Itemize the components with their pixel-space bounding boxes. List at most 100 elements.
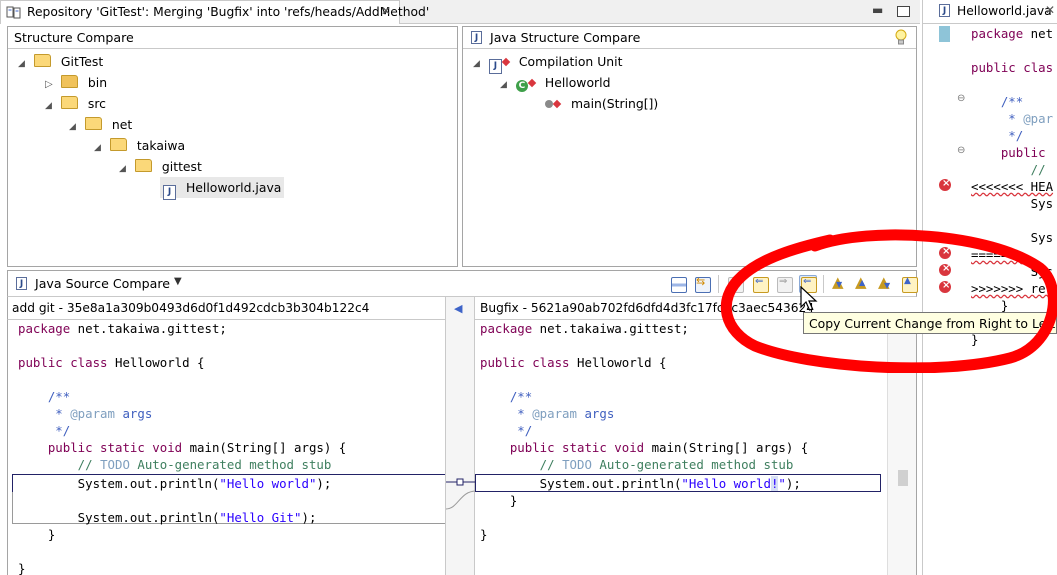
tree-item-label: main(String[])	[570, 96, 659, 111]
tree-item-helloworld-java[interactable]: J Helloworld.java	[160, 177, 285, 200]
diff-center-gutter[interactable]: ◀	[445, 297, 476, 575]
editor-tab-merge[interactable]: Repository 'GitTest': Merging 'Bugfix' i…	[0, 0, 429, 24]
code-line: package net.takaiwa.gittest;	[480, 321, 689, 336]
pane-title: Structure Compare	[14, 30, 134, 45]
tree-item-label: net	[111, 117, 133, 132]
tree-item-gittest-package[interactable]: ◢ gittest	[119, 156, 202, 177]
code-line: */	[480, 423, 533, 438]
code-line: public static void main(String[] args) {	[47, 440, 347, 455]
maximize-icon[interactable]	[897, 6, 910, 17]
fold-icon[interactable]: ⊖	[957, 145, 965, 156]
tree-item-label: takaiwa	[136, 138, 186, 153]
collapsed-twisty-icon[interactable]: ▷	[45, 74, 57, 95]
code-line: }	[18, 527, 56, 542]
code-line: }	[480, 527, 488, 542]
code-line: * @par	[971, 111, 1054, 126]
swap-sides-icon[interactable]: ⇆	[693, 275, 711, 293]
fold-icon[interactable]: ⊖	[957, 93, 965, 104]
code-line: // TODO Auto-generated method stub	[18, 457, 332, 472]
tree-item-src[interactable]: ◢ src	[45, 93, 106, 114]
tree-item-main-method[interactable]: main(String[])	[545, 93, 658, 114]
expanded-twisty-icon[interactable]: ◢	[45, 96, 57, 117]
lightbulb-icon[interactable]	[894, 29, 908, 46]
code-line: System.out.println("Hello world");	[18, 476, 332, 491]
code-line: /**	[971, 94, 1024, 109]
code-line: }	[480, 493, 518, 508]
code-line: System.out.println("Hello world!");	[480, 476, 801, 491]
code-line: public class Helloworld {	[18, 355, 205, 370]
code-line: package net	[971, 26, 1054, 41]
conflict-diamond-icon	[527, 78, 537, 88]
structure-compare-header: Structure Compare	[8, 27, 457, 49]
code-line: * @param args	[480, 406, 615, 421]
compare-editor-icon	[6, 6, 21, 19]
error-icon[interactable]	[939, 178, 951, 191]
expanded-twisty-icon[interactable]: ◢	[473, 54, 485, 75]
expanded-twisty-icon[interactable]: ◢	[18, 54, 30, 75]
folder-icon	[84, 117, 102, 130]
tree-item-label: gittest	[161, 159, 202, 174]
java-file-icon: J	[16, 277, 27, 290]
structure-compare-pane: Structure Compare ◢ GitTest ▷ bin ◢ src …	[7, 26, 458, 267]
code-line: package net.takaiwa.gittest;	[18, 321, 227, 336]
code-line: public static void main(String[] args) {	[509, 440, 809, 455]
folder-icon	[134, 159, 152, 172]
tree-item-compilation-unit[interactable]: ◢ J Compilation Unit	[473, 51, 623, 75]
layout-icon[interactable]	[669, 275, 687, 293]
pane-title: Java Source Compare	[35, 276, 170, 291]
close-icon[interactable]: ✕	[381, 4, 391, 18]
minimize-icon[interactable]: ▬	[872, 3, 883, 17]
code-line: */	[18, 423, 71, 438]
left-code-viewer[interactable]: package net.takaiwa.gittest; public clas…	[7, 320, 445, 575]
folder-icon	[109, 138, 127, 151]
copy-left-arrow-icon[interactable]: ◀	[454, 302, 462, 315]
project-folder-icon	[33, 54, 51, 67]
code-line: System.out.println("Hello Git");	[18, 510, 317, 525]
left-revision-label: add git - 35e8a1a309b0493d6d0f1d492cdcb3…	[12, 301, 370, 315]
ruler-marker	[939, 26, 950, 42]
editor-tab-title: Repository 'GitTest': Merging 'Bugfix' i…	[27, 5, 430, 19]
tree-item-bin[interactable]: ▷ bin	[45, 72, 107, 93]
code-line: //	[971, 162, 1046, 177]
tree-item-label: bin	[87, 75, 108, 90]
java-file-icon: J	[471, 31, 482, 44]
tree-item-label: src	[87, 96, 106, 111]
code-line: /**	[18, 389, 71, 404]
pane-title: Java Structure Compare	[490, 30, 641, 45]
tree-item-helloworld-class[interactable]: ◢ C Helloworld	[500, 72, 610, 93]
code-line: }	[18, 561, 26, 575]
code-line: Sys	[971, 196, 1054, 211]
tree-item-net[interactable]: ◢ net	[69, 114, 132, 135]
left-revision-header: add git - 35e8a1a309b0493d6d0f1d492cdcb3…	[7, 297, 445, 320]
side-editor-tab-title: Helloworld.java	[957, 4, 1052, 18]
code-line: <<<<<<< HEA	[971, 179, 1054, 194]
folder-icon	[60, 75, 78, 88]
conflict-diamond-icon	[501, 57, 511, 67]
java-structure-compare-header: J Java Structure Compare	[463, 27, 916, 49]
tree-item-label: GitTest	[60, 54, 104, 69]
code-line: */	[971, 128, 1024, 143]
close-icon[interactable]: ✕	[1045, 3, 1055, 17]
code-line: public clas	[971, 60, 1054, 75]
red-annotation-circle	[720, 229, 1057, 373]
tree-item-gittest[interactable]: ◢ GitTest	[18, 51, 103, 72]
expanded-twisty-icon[interactable]: ◢	[94, 138, 106, 159]
expanded-twisty-icon[interactable]: ◢	[69, 117, 81, 138]
editor-tab-bar: Repository 'GitTest': Merging 'Bugfix' i…	[0, 0, 920, 24]
expanded-twisty-icon[interactable]: ◢	[119, 159, 131, 180]
code-line: public class Helloworld {	[480, 355, 667, 370]
tree-item-takaiwa[interactable]: ◢ takaiwa	[94, 135, 185, 156]
side-editor-tab[interactable]: J Helloworld.java ✕	[923, 0, 1057, 24]
diff-connector	[446, 478, 476, 510]
java-file-icon: J	[939, 4, 950, 17]
expanded-twisty-icon[interactable]: ◢	[500, 75, 512, 96]
code-line: * @param args	[18, 406, 153, 421]
tree-item-label: Compilation Unit	[518, 54, 623, 69]
tree-item-label: Helloworld	[544, 75, 611, 90]
code-line: /**	[480, 389, 533, 404]
conflict-diamond-icon	[552, 99, 562, 109]
scroll-marker	[898, 470, 908, 486]
toolbar-separator	[718, 275, 719, 293]
dropdown-arrow-icon[interactable]: ▼	[174, 276, 182, 287]
tree-item-label: Helloworld.java	[185, 180, 282, 195]
